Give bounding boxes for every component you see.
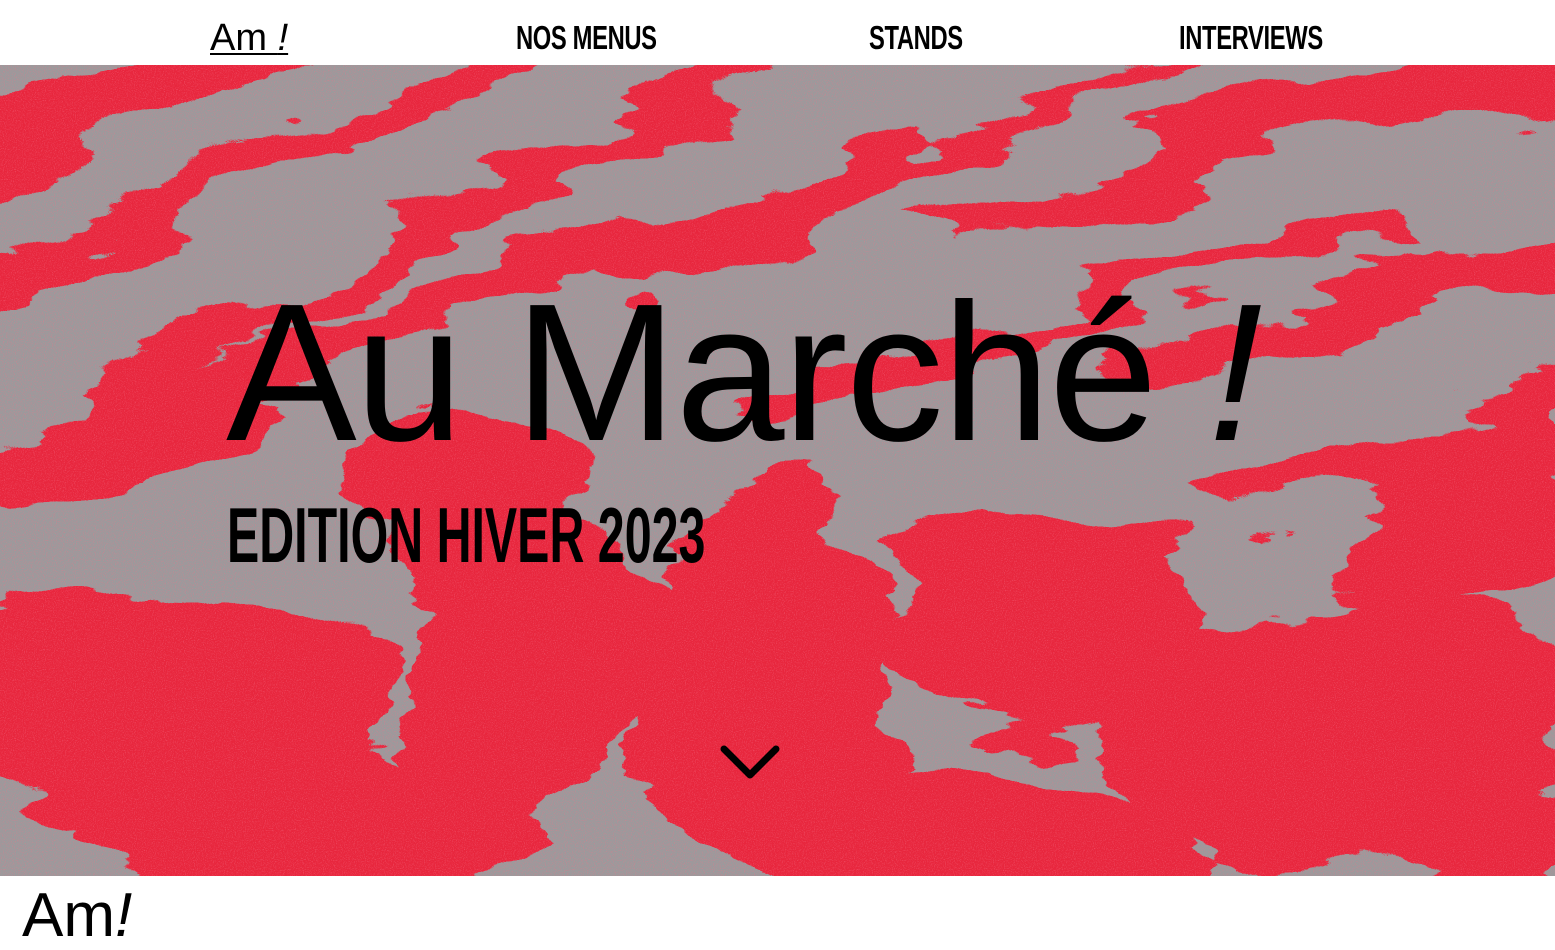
- top-navigation: Am ! NOS MENUS STANDS INTERVIEWS: [0, 0, 1555, 65]
- hero-section: Au Marché ! EDITION HIVER 2023: [0, 65, 1555, 876]
- nav-link-stands[interactable]: STANDS: [869, 18, 963, 58]
- footer-logo-text: Am: [22, 881, 115, 950]
- hero-title-text: Au Marché: [226, 263, 1158, 482]
- logo-exclamation: !: [277, 17, 289, 59]
- footer-logo: Am!: [22, 884, 132, 948]
- nav-link-interviews[interactable]: INTERVIEWS: [1179, 18, 1323, 58]
- hero-title: Au Marché !: [226, 275, 1263, 471]
- logo-text: Am: [210, 17, 267, 59]
- hero-title-exclamation: !: [1208, 263, 1262, 482]
- chevron-down-icon: [720, 745, 780, 779]
- nav-link-nos-menus[interactable]: NOS MENUS: [516, 18, 657, 58]
- footer-logo-exclamation: !: [115, 881, 133, 950]
- scroll-down-button[interactable]: [720, 743, 780, 783]
- hero-subtitle: EDITION HIVER 2023: [227, 491, 706, 579]
- site-logo-link[interactable]: Am !: [210, 18, 288, 58]
